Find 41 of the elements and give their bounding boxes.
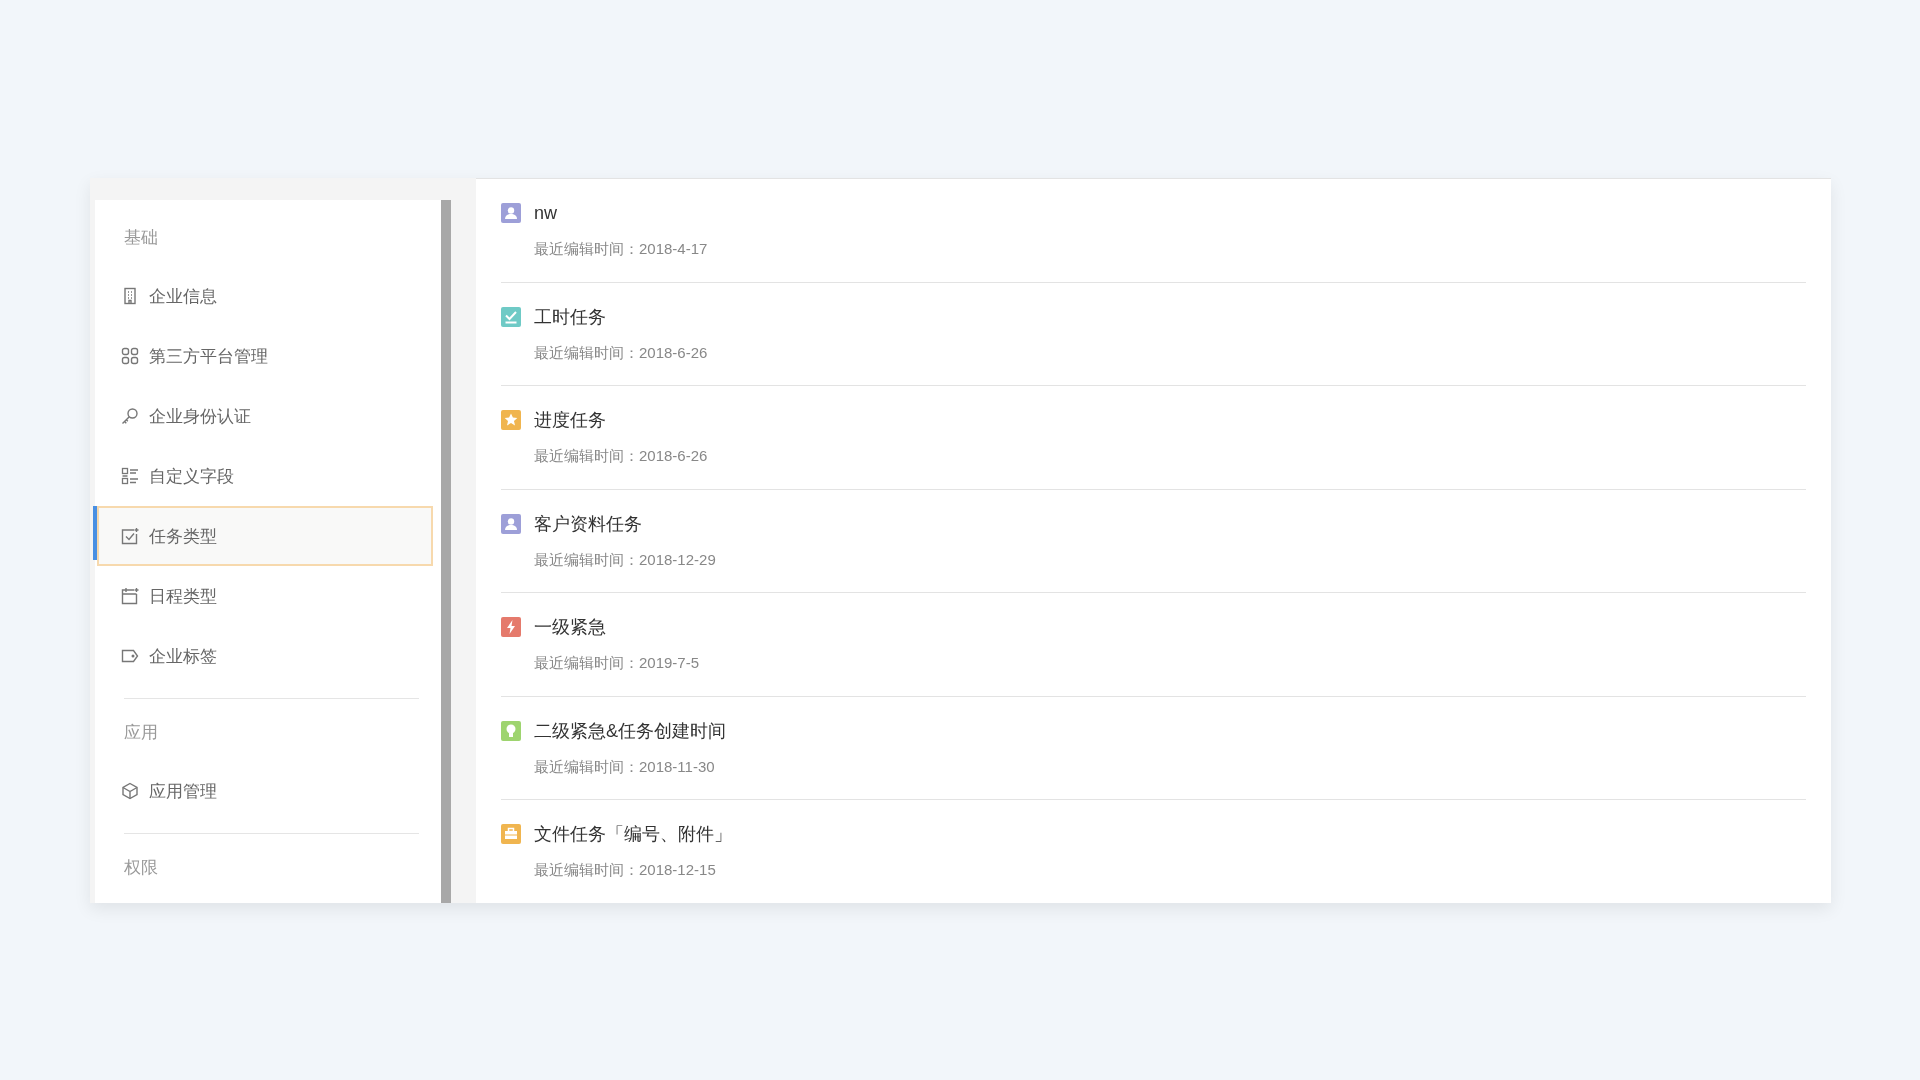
last-edited-time: 最近编辑时间：2019-7-5 [533, 654, 701, 673]
task-type-name: 客户资料任务 [534, 512, 642, 536]
last-edited-time: 最近编辑时间：2018-12-29 [533, 550, 717, 570]
task-type-item[interactable]: 进度任务 最近编辑时间：2018-6-26 [501, 386, 1806, 490]
calendar-icon [121, 587, 139, 605]
task-type-name: nw [534, 202, 557, 224]
nav-item[interactable]: 第三方平台管理 [95, 326, 433, 386]
tag-icon [121, 647, 139, 665]
nav-item[interactable]: 日程类型 [95, 566, 433, 626]
nav-item[interactable]: 企业信息 [95, 266, 433, 326]
task-type-name: 进度任务 [534, 409, 606, 432]
task-type-name: 文件任务「编号、附件」 [534, 823, 732, 846]
nav-item[interactable]: 自定义字段 [95, 446, 433, 506]
nav-item[interactable]: 应用管理 [95, 761, 433, 821]
section-title: 应用 [123, 722, 159, 744]
section-title: 权限 [123, 857, 159, 879]
grid-icon [121, 347, 139, 365]
cube-icon [121, 782, 139, 800]
nav-item[interactable]: 企业标签 [95, 626, 433, 686]
task-type-item[interactable]: 客户资料任务 最近编辑时间：2018-12-29 [501, 489, 1806, 593]
last-edited-time: 最近编辑时间：2018-11-30 [533, 757, 716, 777]
list-icon [121, 467, 139, 485]
task-type-name: 一级紧急 [534, 616, 606, 639]
scrollbar[interactable] [441, 200, 451, 903]
checkbox-icon [121, 527, 139, 545]
task-type-name: 工时任务 [534, 305, 606, 329]
nav-item[interactable]: 企业身份认证 [95, 386, 433, 446]
building-icon [121, 287, 139, 305]
last-edited-time: 最近编辑时间：2018-6-26 [533, 343, 709, 363]
key-icon [121, 407, 139, 425]
task-type-item[interactable]: nw 最近编辑时间：2018-4-17 [501, 179, 1806, 283]
last-edited-time: 最近编辑时间：2018-6-26 [533, 447, 709, 466]
active-marker [93, 506, 97, 560]
task-type-item[interactable]: 一级紧急 最近编辑时间：2019-7-5 [501, 593, 1806, 697]
task-type-item[interactable]: 文件任务「编号、附件」 最近编辑时间：2018-12-15 [501, 800, 1806, 903]
section-title: 基础 [123, 227, 159, 249]
last-edited-time: 最近编辑时间：2018-12-15 [533, 861, 717, 880]
task-type-item[interactable]: 工时任务 最近编辑时间：2018-6-26 [501, 282, 1806, 386]
last-edited-time: 最近编辑时间：2018-4-17 [533, 240, 709, 259]
task-type-name: 二级紧急&任务创建时间 [534, 719, 726, 743]
task-type-item[interactable]: 二级紧急&任务创建时间 最近编辑时间：2018-11-30 [501, 696, 1806, 800]
